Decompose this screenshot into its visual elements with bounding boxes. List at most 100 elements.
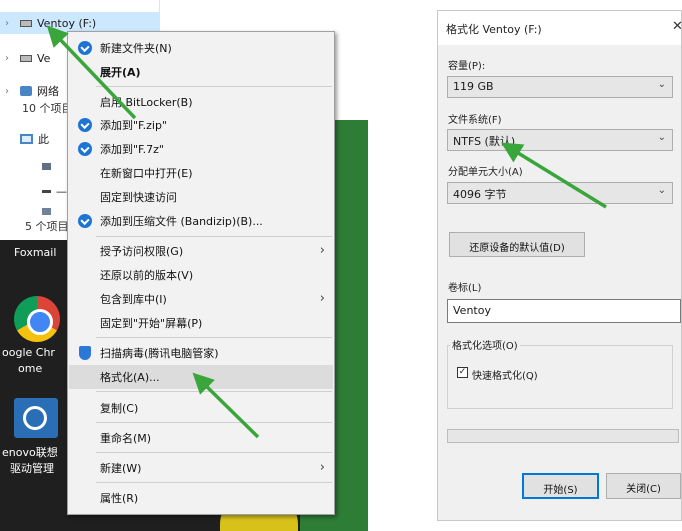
- chevron-right-icon[interactable]: ›: [0, 86, 14, 97]
- cluster-size-select[interactable]: 4096 字节 ⌄: [447, 182, 673, 204]
- menu-item-pin-quick-access[interactable]: 固定到快速访问: [69, 185, 333, 209]
- format-options-label: 格式化选项(O): [450, 337, 520, 352]
- bandizip-icon: [78, 142, 92, 156]
- menu-separator: [96, 391, 332, 392]
- quick-format-checkbox[interactable]: ✓: [457, 367, 468, 378]
- menu-item-add-zip[interactable]: 添加到"F.zip": [69, 113, 333, 137]
- capacity-label: 容量(P):: [448, 61, 486, 72]
- start-button[interactable]: 开始(S): [522, 473, 599, 499]
- cluster-size-value: 4096 字节: [453, 188, 507, 201]
- menu-item-expand[interactable]: 展开(A): [69, 60, 333, 84]
- dialog-titlebar: 格式化 Ventoy (F:) ✕: [438, 11, 682, 45]
- menu-item-label: 属性(R): [100, 492, 139, 505]
- close-button[interactable]: 关闭(C): [606, 473, 681, 499]
- close-icon[interactable]: ✕: [672, 19, 682, 34]
- menu-item-open-new-window[interactable]: 在新窗口中打开(E): [69, 161, 333, 185]
- menu-item-properties[interactable]: 属性(R): [69, 486, 333, 510]
- menu-item-format[interactable]: 格式化(A)...: [69, 365, 333, 389]
- lenovo-icon[interactable]: [14, 398, 58, 438]
- chevron-right-icon: ›: [319, 460, 325, 475]
- drive-icon: [42, 189, 51, 193]
- bandizip-icon: [78, 214, 92, 228]
- menu-item-copy[interactable]: 复制(C): [69, 396, 333, 420]
- chevron-right-icon[interactable]: ›: [0, 18, 14, 29]
- explorer-desktop-panel: › Ventoy (F:) › Ve › 网络 10 个项目 此 — 5 个项目…: [0, 0, 368, 531]
- menu-item-label: 添加到压缩文件 (Bandizip)(B)...: [100, 215, 263, 228]
- chevron-down-icon: ⌄: [657, 185, 666, 196]
- cluster-size-label: 分配单元大小(A): [448, 167, 523, 178]
- volume-label-label: 卷标(L): [448, 283, 482, 294]
- menu-item-grant-access[interactable]: 授予访问权限(G) ›: [69, 239, 333, 263]
- status-item-count: 10 个项目: [22, 102, 73, 115]
- menu-separator: [96, 86, 332, 87]
- menu-item-label: 扫描病毒(腾讯电脑管家): [100, 347, 219, 360]
- desktop-icon-chrome-label: oogle Chr: [2, 346, 55, 359]
- context-menu: 新建文件夹(N) 展开(A) 启用 BitLocker(B) 添加到"F.zip…: [67, 31, 335, 515]
- capacity-select[interactable]: 119 GB ⌄: [447, 76, 673, 98]
- menu-item-label: 添加到"F.7z": [100, 143, 164, 156]
- menu-item-label: 还原以前的版本(V): [100, 269, 194, 282]
- menu-separator: [96, 236, 332, 237]
- capacity-value: 119 GB: [453, 80, 494, 93]
- desktop-icon-chrome-label-2: ome: [18, 362, 43, 375]
- filesystem-select[interactable]: NTFS (默认) ⌄: [447, 129, 673, 151]
- format-progress-bar: [447, 429, 679, 443]
- menu-item-label: 包含到库中(I): [100, 293, 167, 306]
- dialog-title: 格式化 Ventoy (F:): [446, 23, 542, 36]
- chevron-down-icon: ⌄: [657, 132, 666, 143]
- menu-item-label: 展开(A): [100, 66, 141, 79]
- network-icon: [20, 86, 32, 96]
- menu-item-label: 新建(W): [100, 462, 142, 475]
- status-item-count: 5 个项目: [25, 220, 69, 233]
- quick-format-label[interactable]: 快速格式化(Q): [472, 367, 538, 382]
- tree-item-label: 网络: [37, 85, 59, 98]
- chevron-right-icon: ›: [319, 291, 325, 306]
- menu-item-add-7z[interactable]: 添加到"F.7z": [69, 137, 333, 161]
- restore-defaults-button[interactable]: 还原设备的默认值(D): [449, 232, 585, 257]
- menu-item-add-bandizip[interactable]: 添加到压缩文件 (Bandizip)(B)...: [69, 209, 333, 233]
- menu-item-bitlocker[interactable]: 启用 BitLocker(B): [69, 90, 333, 114]
- folder-icon: [42, 162, 51, 170]
- menu-item-label: 添加到"F.zip": [100, 119, 167, 132]
- bandizip-icon: [78, 118, 92, 132]
- tree-item-label: —: [56, 184, 67, 198]
- menu-item-scan-virus[interactable]: 扫描病毒(腾讯电脑管家): [69, 341, 333, 365]
- menu-item-rename[interactable]: 重命名(M): [69, 426, 333, 450]
- drive-icon: [20, 54, 32, 62]
- menu-item-label: 在新窗口中打开(E): [100, 167, 193, 180]
- chevron-right-icon[interactable]: ›: [0, 53, 14, 64]
- menu-separator: [96, 337, 332, 338]
- filesystem-value: NTFS (默认): [453, 135, 516, 148]
- menu-separator: [96, 422, 332, 423]
- chevron-right-icon: ›: [319, 243, 325, 258]
- chevron-down-icon: ⌄: [657, 79, 666, 90]
- filesystem-label: 文件系统(F): [448, 115, 502, 126]
- tree-item-label: 此: [38, 133, 49, 146]
- menu-item-label: 新建文件夹(N): [100, 42, 172, 55]
- chrome-icon[interactable]: [14, 296, 60, 342]
- menu-separator: [96, 452, 332, 453]
- menu-item-new[interactable]: 新建(W) ›: [69, 456, 333, 480]
- tree-item-label: Ve: [37, 51, 51, 65]
- tree-item-label: Ventoy (F:): [37, 16, 97, 30]
- menu-item-pin-start[interactable]: 固定到"开始"屏幕(P): [69, 311, 333, 335]
- menu-item-restore-versions[interactable]: 还原以前的版本(V): [69, 263, 333, 287]
- menu-item-label: 格式化(A)...: [100, 371, 160, 384]
- desktop-icon-foxmail[interactable]: Foxmail: [14, 245, 56, 260]
- computer-icon: [20, 134, 33, 144]
- menu-item-label: 固定到"开始"屏幕(P): [100, 317, 203, 330]
- menu-item-label: 重命名(M): [100, 432, 152, 445]
- desktop-icon-lenovo-label: enovo联想: [2, 446, 58, 459]
- format-dialog: 格式化 Ventoy (F:) ✕ 容量(P): 119 GB ⌄ 文件系统(F…: [437, 10, 682, 521]
- bandizip-icon: [78, 41, 92, 55]
- menu-item-label: 复制(C): [100, 402, 139, 415]
- menu-item-label: 启用 BitLocker(B): [100, 96, 193, 109]
- menu-item-label: 授予访问权限(G): [100, 245, 184, 258]
- menu-item-new-folder[interactable]: 新建文件夹(N): [69, 36, 333, 60]
- shield-icon: [79, 346, 91, 360]
- menu-item-label: 固定到快速访问: [100, 191, 177, 204]
- menu-item-include-library[interactable]: 包含到库中(I) ›: [69, 287, 333, 311]
- desktop-icon-lenovo-label-2: 驱动管理: [10, 462, 54, 475]
- volume-label-input[interactable]: Ventoy: [447, 299, 681, 323]
- menu-separator: [96, 482, 332, 483]
